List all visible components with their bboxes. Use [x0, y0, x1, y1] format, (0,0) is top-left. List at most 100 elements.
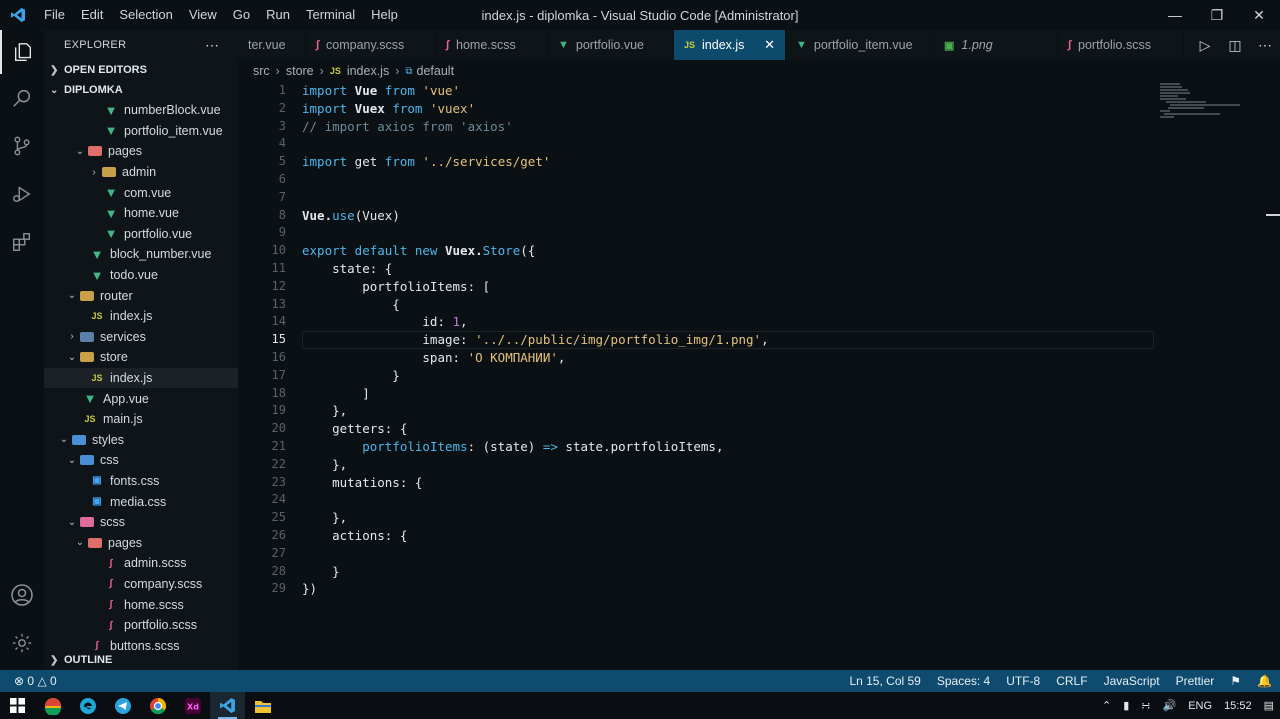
breadcrumb-src[interactable]: src: [253, 64, 270, 78]
telegram-icon[interactable]: [105, 692, 140, 719]
source-control-icon[interactable]: [0, 124, 44, 168]
tree-item[interactable]: JS index.js: [44, 306, 238, 327]
line-number: 4: [278, 136, 286, 151]
problems-indicator[interactable]: ⊗ 0 △ 0: [0, 674, 57, 688]
vue-file-icon: ▼: [83, 391, 97, 407]
breadcrumb-symbol[interactable]: default: [417, 64, 455, 78]
run-icon[interactable]: ▷: [1190, 37, 1220, 54]
cursor-position[interactable]: Ln 15, Col 59: [841, 674, 928, 688]
more-actions-icon[interactable]: ⋯: [205, 37, 220, 54]
tree-item[interactable]: ▼ com.vue: [44, 182, 238, 203]
code-content[interactable]: import Vue from 'vue' import Vuex from '…: [302, 82, 769, 598]
menu-terminal[interactable]: Terminal: [298, 0, 363, 30]
run-debug-icon[interactable]: [0, 172, 44, 216]
tree-item[interactable]: ∫ home.scss: [44, 594, 238, 615]
edge-browser-icon[interactable]: [70, 692, 105, 719]
feedback-icon[interactable]: ⚑: [1222, 674, 1249, 688]
tree-item[interactable]: ⌄ router: [44, 285, 238, 306]
tree-item[interactable]: ▣ media.css: [44, 491, 238, 512]
breadcrumb-store[interactable]: store: [286, 64, 314, 78]
tree-item[interactable]: ⌄ pages: [44, 532, 238, 553]
minimize-icon[interactable]: —: [1154, 0, 1196, 30]
menu-view[interactable]: View: [181, 0, 225, 30]
language-mode[interactable]: JavaScript: [1096, 674, 1168, 688]
editor-tab[interactable]: ∫ portfolio.scss: [1058, 30, 1184, 60]
js-file-icon: JS: [91, 373, 103, 384]
tree-item[interactable]: › admin: [44, 162, 238, 183]
windows-start-icon[interactable]: [0, 692, 35, 719]
editor-tab[interactable]: ▣ 1.png: [934, 30, 1058, 60]
tree-item[interactable]: ⌄ pages: [44, 141, 238, 162]
tree-item[interactable]: ⌄ scss: [44, 512, 238, 533]
editor-tab[interactable]: ▼ portfolio.vue: [548, 30, 674, 60]
indentation[interactable]: Spaces: 4: [929, 674, 998, 688]
tree-item[interactable]: ▼ todo.vue: [44, 265, 238, 286]
chevron-down-icon: ⌄: [67, 351, 77, 363]
adobe-xd-icon[interactable]: Xd: [175, 692, 210, 719]
end-of-line[interactable]: CRLF: [1048, 674, 1095, 688]
restore-icon[interactable]: ❐: [1196, 0, 1238, 30]
tree-item[interactable]: JS index.js: [44, 367, 238, 389]
tree-item[interactable]: ⌄ store: [44, 347, 238, 368]
color-app-icon[interactable]: [35, 692, 70, 719]
tree-item[interactable]: ▼ home.vue: [44, 203, 238, 224]
editor-tab[interactable]: ∫ home.scss: [436, 30, 548, 60]
tree-item[interactable]: › services: [44, 327, 238, 348]
menu-help[interactable]: Help: [363, 0, 406, 30]
tree-item[interactable]: ▼ numberBlock.vue: [44, 100, 238, 121]
open-editors-section[interactable]: ❯ OPEN EDITORS: [44, 60, 238, 80]
extensions-icon[interactable]: [0, 220, 44, 264]
tree-item[interactable]: ∫ company.scss: [44, 574, 238, 595]
code-editor[interactable]: 1 2 3 4 5 6 7 8 9 10 11 12 13 14 15 16 17 18 19 20 21 22 23 24 2…: [238, 82, 1280, 670]
menu-go[interactable]: Go: [225, 0, 258, 30]
tree-item[interactable]: JS main.js: [44, 409, 238, 430]
tree-item[interactable]: ∫ admin.scss: [44, 553, 238, 574]
file-explorer-icon[interactable]: [245, 692, 280, 719]
tree-item[interactable]: ▼ portfolio_item.vue: [44, 121, 238, 142]
explorer-icon[interactable]: [0, 30, 44, 74]
editor-tab[interactable]: JS index.js ✕: [674, 30, 786, 60]
volume-icon[interactable]: 🔊: [1157, 699, 1183, 712]
js-file-icon: JS: [84, 414, 96, 425]
close-tab-icon[interactable]: ✕: [764, 37, 775, 53]
notifications-icon[interactable]: ▤: [1258, 699, 1280, 712]
tree-item-label: portfolio.scss: [124, 618, 197, 633]
input-language[interactable]: ENG: [1182, 700, 1218, 712]
menu-edit[interactable]: Edit: [73, 0, 111, 30]
outline-section[interactable]: ❯ OUTLINE: [44, 650, 238, 670]
menu-file[interactable]: File: [36, 0, 73, 30]
tree-item[interactable]: ▼ App.vue: [44, 388, 238, 409]
vscode-taskbar-icon[interactable]: [210, 692, 245, 719]
tree-item[interactable]: ∫ portfolio.scss: [44, 615, 238, 636]
tree-item[interactable]: ▼ portfolio.vue: [44, 224, 238, 245]
minimap[interactable]: [1160, 82, 1240, 142]
breadcrumb-file[interactable]: index.js: [347, 64, 389, 78]
close-icon[interactable]: ✕: [1238, 0, 1280, 30]
show-hidden-icons-icon[interactable]: ⌃: [1096, 699, 1117, 712]
menu-run[interactable]: Run: [258, 0, 298, 30]
chrome-icon[interactable]: [140, 692, 175, 719]
more-actions-icon[interactable]: ⋯: [1250, 37, 1280, 54]
editor-tab[interactable]: ter.vue: [238, 30, 306, 60]
title-bar: File Edit Selection View Go Run Terminal…: [0, 0, 1280, 30]
notifications-bell-icon[interactable]: 🔔: [1249, 674, 1280, 688]
menu-selection[interactable]: Selection: [111, 0, 180, 30]
search-icon[interactable]: [0, 76, 44, 120]
battery-icon[interactable]: ▮: [1117, 699, 1135, 712]
tree-item[interactable]: ⌄ styles: [44, 430, 238, 451]
prettier-status[interactable]: Prettier: [1168, 674, 1223, 688]
tree-item[interactable]: ▣ fonts.css: [44, 471, 238, 492]
editor-tab[interactable]: ▼ portfolio_item.vue: [786, 30, 934, 60]
tree-item[interactable]: ▼ block_number.vue: [44, 244, 238, 265]
clock[interactable]: 15:52: [1218, 700, 1258, 712]
editor-tab[interactable]: ∫ company.scss: [306, 30, 436, 60]
encoding[interactable]: UTF-8: [998, 674, 1048, 688]
account-icon[interactable]: [0, 573, 44, 617]
js-file-icon: JS: [684, 40, 696, 50]
settings-gear-icon[interactable]: [0, 621, 44, 665]
chevron-down-icon: ⌄: [67, 290, 77, 302]
tree-item[interactable]: ⌄ css: [44, 450, 238, 471]
project-section[interactable]: ⌄ DIPLOMKA: [44, 80, 238, 100]
split-editor-icon[interactable]: ◫: [1220, 37, 1250, 54]
wifi-icon[interactable]: ∺: [1135, 699, 1156, 712]
